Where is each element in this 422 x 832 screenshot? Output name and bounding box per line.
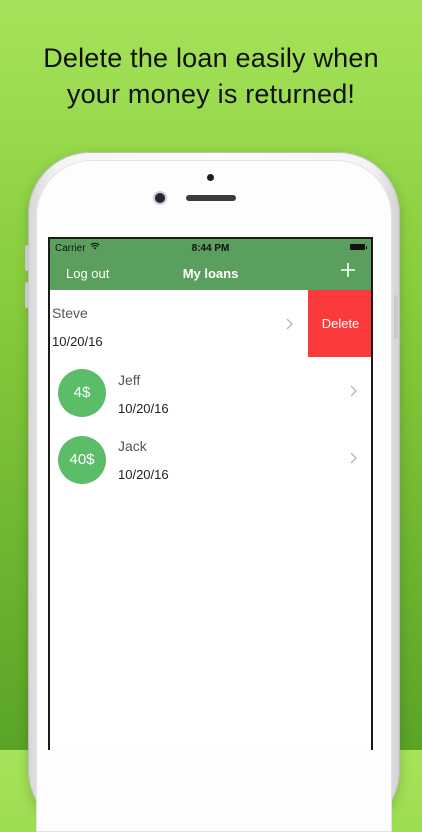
loan-name: Jeff bbox=[118, 372, 141, 388]
loan-row-jack[interactable]: 40$ Jack 10/20/16 bbox=[50, 427, 371, 494]
front-camera bbox=[155, 193, 165, 203]
headline-line-2: your money is returned! bbox=[66, 79, 356, 109]
plus-icon[interactable] bbox=[339, 261, 357, 279]
loan-date: 10/20/16 bbox=[118, 467, 169, 482]
page-title: My loans bbox=[182, 266, 239, 281]
status-bar: Carrier 8:44 PM bbox=[50, 239, 371, 257]
loan-row-jeff[interactable]: 4$ Jeff 10/20/16 bbox=[50, 360, 371, 427]
chevron-right-icon bbox=[348, 451, 358, 465]
battery-icon bbox=[350, 244, 367, 250]
phone-volume-down-button bbox=[25, 282, 29, 308]
delete-button[interactable]: Delete bbox=[308, 290, 371, 357]
earpiece-speaker bbox=[186, 195, 236, 201]
app-screen: Carrier 8:44 PM Log out My loans Steve 1… bbox=[48, 237, 373, 750]
phone-power-button bbox=[394, 295, 398, 339]
phone-volume-up-button bbox=[25, 245, 29, 271]
loan-row-steve[interactable]: Steve 10/20/16 Delete bbox=[50, 290, 371, 357]
chevron-right-icon bbox=[284, 317, 294, 331]
chevron-right-icon bbox=[348, 384, 358, 398]
loan-amount-badge: 40$ bbox=[58, 436, 106, 484]
status-time: 8:44 PM bbox=[191, 243, 230, 254]
loan-name: Steve bbox=[52, 305, 88, 321]
loan-date: 10/20/16 bbox=[52, 334, 103, 349]
loan-date: 10/20/16 bbox=[118, 401, 169, 416]
proximity-sensor bbox=[207, 174, 214, 181]
headline-line-1: Delete the loan easily when bbox=[43, 43, 379, 73]
loan-amount-badge: 4$ bbox=[58, 369, 106, 417]
loan-name: Jack bbox=[118, 438, 147, 454]
headline: Delete the loan easily when your money i… bbox=[0, 40, 422, 112]
navigation-bar: Carrier 8:44 PM Log out My loans bbox=[50, 239, 371, 290]
